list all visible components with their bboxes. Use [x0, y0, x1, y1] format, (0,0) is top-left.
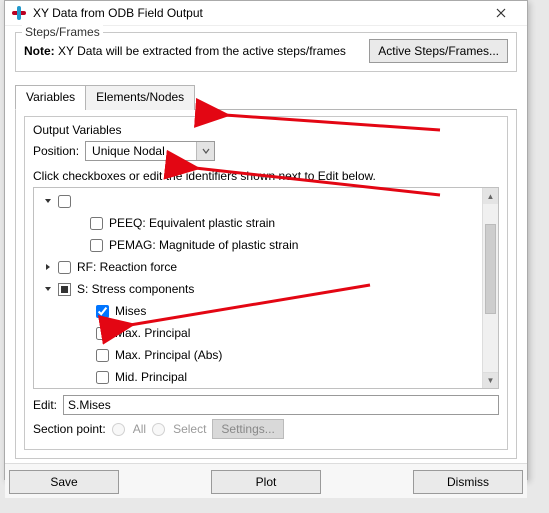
- caret-down-icon[interactable]: [42, 283, 54, 295]
- tree-item-label: Mid. Principal: [115, 370, 187, 384]
- tree-checkbox-midp[interactable]: [96, 371, 109, 384]
- output-variables-group: Output Variables Position: Unique Nodal …: [24, 116, 508, 450]
- tree-item-label: S: Stress components: [77, 282, 194, 296]
- caret-right-icon[interactable]: [42, 261, 54, 273]
- scroll-thumb[interactable]: [485, 224, 496, 314]
- button-bar: Save Plot Dismiss: [5, 463, 527, 498]
- position-combo[interactable]: Unique Nodal: [85, 141, 215, 161]
- hint-text: Click checkboxes or edit the identifiers…: [33, 169, 499, 183]
- tree-checkbox-maxpa[interactable]: [96, 349, 109, 362]
- tree-checkbox-maxp[interactable]: [96, 327, 109, 340]
- caret-down-icon[interactable]: [42, 195, 54, 207]
- scroll-up-icon[interactable]: ▲: [483, 188, 498, 204]
- tree-item-label: RF: Reaction force: [77, 260, 177, 274]
- steps-frames-legend: Steps/Frames: [22, 25, 103, 39]
- close-button[interactable]: [481, 1, 521, 25]
- tree-item-label: Max. Principal: [115, 326, 190, 340]
- plot-button[interactable]: Plot: [211, 470, 321, 494]
- position-label: Position:: [33, 144, 79, 158]
- tree-checkbox-pemag[interactable]: [90, 239, 103, 252]
- radio-all: [112, 423, 125, 436]
- tree-checkbox-s-mixed[interactable]: [58, 283, 71, 296]
- steps-frames-group: Steps/Frames Note: XY Data will be extra…: [15, 32, 517, 72]
- tree-checkbox[interactable]: [58, 195, 71, 208]
- tree-item-label: Mises: [115, 304, 146, 318]
- tree-item-label: PEEQ: Equivalent plastic strain: [109, 216, 275, 230]
- radio-all-label: All: [133, 422, 146, 436]
- section-point-label: Section point:: [33, 422, 106, 436]
- output-variables-legend: Output Variables: [33, 123, 499, 137]
- tree-checkbox-peeq[interactable]: [90, 217, 103, 230]
- tree-item-label: PEMAG: Magnitude of plastic strain: [109, 238, 298, 252]
- radio-select-label: Select: [173, 422, 206, 436]
- titlebar: XY Data from ODB Field Output: [5, 1, 527, 26]
- save-button[interactable]: Save: [9, 470, 119, 494]
- tabs: Variables Elements/Nodes: [15, 84, 517, 110]
- active-steps-frames-button[interactable]: Active Steps/Frames...: [369, 39, 508, 63]
- chevron-down-icon[interactable]: [196, 142, 214, 160]
- radio-select: [152, 423, 165, 436]
- tree-checkbox-mises[interactable]: [96, 305, 109, 318]
- position-value: Unique Nodal: [86, 144, 196, 158]
- tab-elements-nodes[interactable]: Elements/Nodes: [85, 85, 195, 110]
- dialog-window: XY Data from ODB Field Output Steps/Fram…: [4, 0, 528, 480]
- tab-variables[interactable]: Variables: [15, 85, 86, 110]
- app-icon: [11, 5, 27, 21]
- dismiss-button[interactable]: Dismiss: [413, 470, 523, 494]
- settings-button: Settings...: [212, 419, 283, 439]
- edit-label: Edit:: [33, 398, 57, 412]
- scroll-down-icon[interactable]: ▼: [483, 372, 498, 388]
- note-text: Note: XY Data will be extracted from the…: [24, 44, 359, 58]
- scrollbar[interactable]: ▲ ▼: [482, 188, 498, 388]
- tree-item-label: Max. Principal (Abs): [115, 348, 222, 362]
- tree-checkbox-rf[interactable]: [58, 261, 71, 274]
- edit-input[interactable]: [63, 395, 499, 415]
- variable-tree: PEEQ: Equivalent plastic strain PEMAG: M…: [33, 187, 499, 389]
- window-title: XY Data from ODB Field Output: [33, 6, 481, 20]
